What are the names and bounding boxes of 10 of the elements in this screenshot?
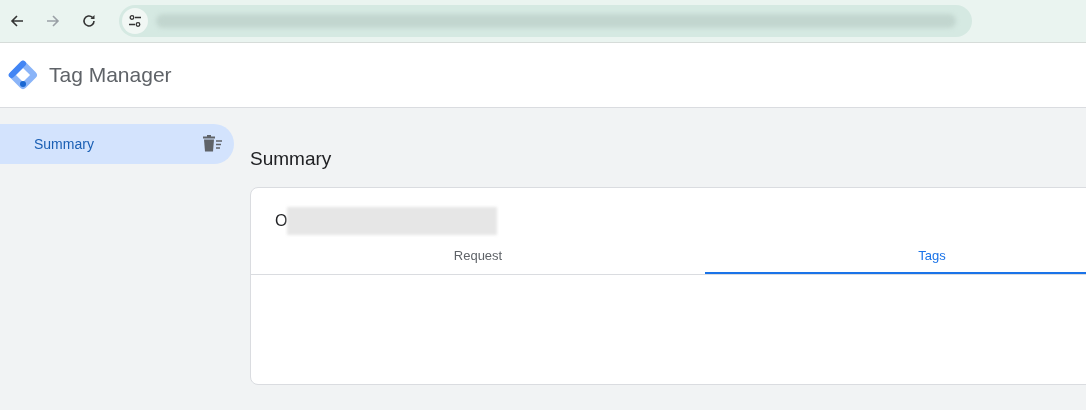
- tab[interactable]: Tags: [705, 238, 1086, 274]
- card-title: O: [275, 211, 288, 230]
- app-title: Tag Manager: [49, 63, 172, 87]
- tab[interactable]: Request: [251, 238, 705, 274]
- back-icon[interactable]: [9, 13, 25, 29]
- site-settings-icon[interactable]: [122, 8, 148, 34]
- delete-list-icon[interactable]: [202, 135, 224, 153]
- reload-icon[interactable]: [81, 13, 97, 29]
- sidebar-item[interactable]: Summary: [0, 124, 234, 164]
- page-heading: Summary: [250, 148, 333, 171]
